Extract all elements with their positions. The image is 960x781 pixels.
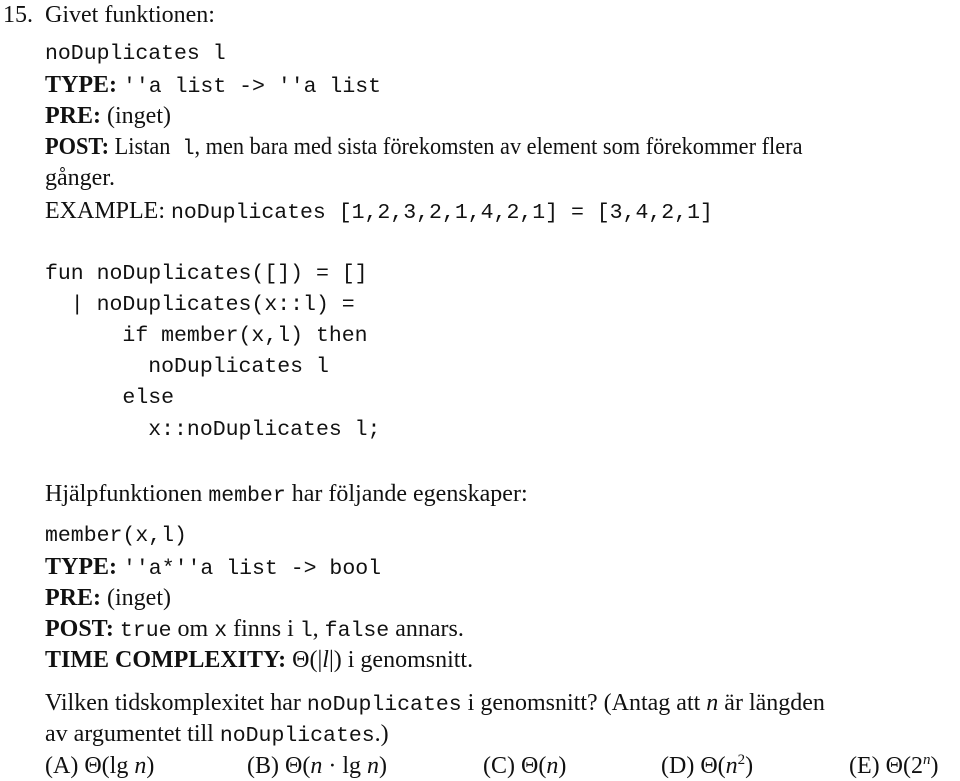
helper-post-text: om xyxy=(177,616,209,642)
question-text-4: av argumentet till xyxy=(45,721,214,747)
helper-post-true: true xyxy=(119,619,172,643)
option-math-close: ) xyxy=(745,753,754,779)
option-label: (B) xyxy=(247,753,279,779)
helper-time-label: TIME COMPLEXITY: xyxy=(45,647,287,673)
option-math: Θ( xyxy=(700,753,726,779)
helper-pre-line: PRE: (inget) xyxy=(45,583,171,613)
helper-post-false: false xyxy=(324,619,390,643)
question-text-5: .) xyxy=(374,721,389,747)
option-c[interactable]: (C) Θ(n) xyxy=(483,751,566,781)
option-math-close: ) xyxy=(930,753,939,779)
option-label: (C) xyxy=(483,753,515,779)
helper-post-text-2: finns i xyxy=(233,616,294,642)
helper-signature: member(x,l) xyxy=(45,524,187,548)
question-text: Vilken tidskomplexitet har xyxy=(45,690,301,716)
spec-pre-line: PRE: (inget) xyxy=(45,101,171,131)
helper-intro-code: member xyxy=(208,484,286,508)
problem-number: 15. xyxy=(3,2,33,28)
code-line: fun noDuplicates([]) = [] xyxy=(45,262,368,286)
post-text-cont: , men bara med sista förekomsten av elem… xyxy=(194,134,803,160)
helper-post-text-3: annars. xyxy=(395,616,464,642)
option-var: n xyxy=(310,753,323,779)
helper-time-theta: Θ(| xyxy=(292,647,323,673)
option-math-close: ) xyxy=(146,753,155,779)
option-label: (D) xyxy=(661,753,695,779)
example-value: noDuplicates [1,2,3,2,1,4,2,1] = [3,4,2,… xyxy=(171,201,713,225)
spec-type-line: TYPE: ''a list -> ''a list xyxy=(45,70,381,102)
post-label: POST: xyxy=(45,134,110,160)
code-line: x::noDuplicates l; xyxy=(45,418,381,442)
example-label: EXAMPLE: xyxy=(45,198,165,224)
type-label: TYPE: xyxy=(45,72,117,98)
code-line: else xyxy=(45,386,175,410)
question-var: n xyxy=(706,690,719,716)
type-value: ''a list -> ''a list xyxy=(123,75,382,99)
helper-pre-value: (inget) xyxy=(107,585,171,611)
helper-intro-text: Hjälpfunktionen xyxy=(45,481,203,507)
question-text-2: i genomsnitt? (Antag att xyxy=(467,690,701,716)
option-math: Θ( xyxy=(285,753,311,779)
helper-post-x: x xyxy=(214,619,228,643)
helper-type-line: TYPE: ''a*''a list -> bool xyxy=(45,552,381,584)
helper-time-text: i genomsnitt. xyxy=(347,647,474,673)
helper-type-value: ''a*''a list -> bool xyxy=(123,557,382,581)
pre-value: (inget) xyxy=(107,103,171,129)
helper-pre-label: PRE: xyxy=(45,585,101,611)
helper-time-line: TIME COMPLEXITY: Θ(|l|) i genomsnitt. xyxy=(45,645,473,675)
option-math-mid: · lg xyxy=(322,753,367,779)
option-math-close: ) xyxy=(379,753,387,779)
code-line: | noDuplicates(x::l) = xyxy=(45,293,355,317)
option-label: (A) xyxy=(45,753,79,779)
question-text-3: är längden xyxy=(724,690,825,716)
problem-intro: Givet funktionen: xyxy=(45,2,215,28)
comma: , xyxy=(312,616,319,642)
option-b[interactable]: (B) Θ(n · lg n) xyxy=(247,751,387,781)
option-d[interactable]: (D) Θ(n2) xyxy=(661,751,753,781)
spec-post-line: POST: Listan l, men bara med sista förek… xyxy=(45,132,859,164)
helper-post-line: POST: true om x finns i l, false annars. xyxy=(45,614,464,646)
helper-post-label: POST: xyxy=(45,616,114,642)
question-line-2: av argumentet till noDuplicates.) xyxy=(45,719,389,751)
option-var-2: n xyxy=(367,753,379,779)
question-code-2: noDuplicates xyxy=(219,724,375,748)
option-math-close: ) xyxy=(558,753,567,779)
helper-type-label: TYPE: xyxy=(45,554,117,580)
post-text: Listan xyxy=(114,134,171,160)
helper-intro: Hjälpfunktionen member har följande egen… xyxy=(45,479,528,511)
option-e[interactable]: (E) Θ(2n) xyxy=(849,751,938,781)
question-code: noDuplicates xyxy=(306,693,462,717)
spec-post-line-2: gånger. xyxy=(45,165,115,191)
helper-time-var: l xyxy=(322,647,329,673)
helper-intro-text-2: har följande egenskaper: xyxy=(291,481,528,507)
option-label: (E) xyxy=(849,753,880,779)
helper-post-l: l xyxy=(299,619,313,643)
option-math: Θ(2 xyxy=(885,753,923,779)
option-math: Θ( xyxy=(521,753,547,779)
function-signature: noDuplicates l xyxy=(45,42,226,66)
code-line: noDuplicates l xyxy=(45,355,329,379)
post-code: l xyxy=(182,137,195,161)
helper-time-close: |) xyxy=(328,647,342,673)
question-line-1: Vilken tidskomplexitet har noDuplicates … xyxy=(45,688,825,720)
code-line: if member(x,l) then xyxy=(45,324,368,348)
spec-example-line: EXAMPLE: noDuplicates [1,2,3,2,1,4,2,1] … xyxy=(45,196,713,228)
pre-label: PRE: xyxy=(45,103,101,129)
option-var: n xyxy=(134,753,147,779)
option-var: n xyxy=(725,753,738,779)
option-math: Θ(lg xyxy=(84,753,135,779)
option-var: n xyxy=(546,753,559,779)
option-a[interactable]: (A) Θ(lg n) xyxy=(45,751,154,781)
